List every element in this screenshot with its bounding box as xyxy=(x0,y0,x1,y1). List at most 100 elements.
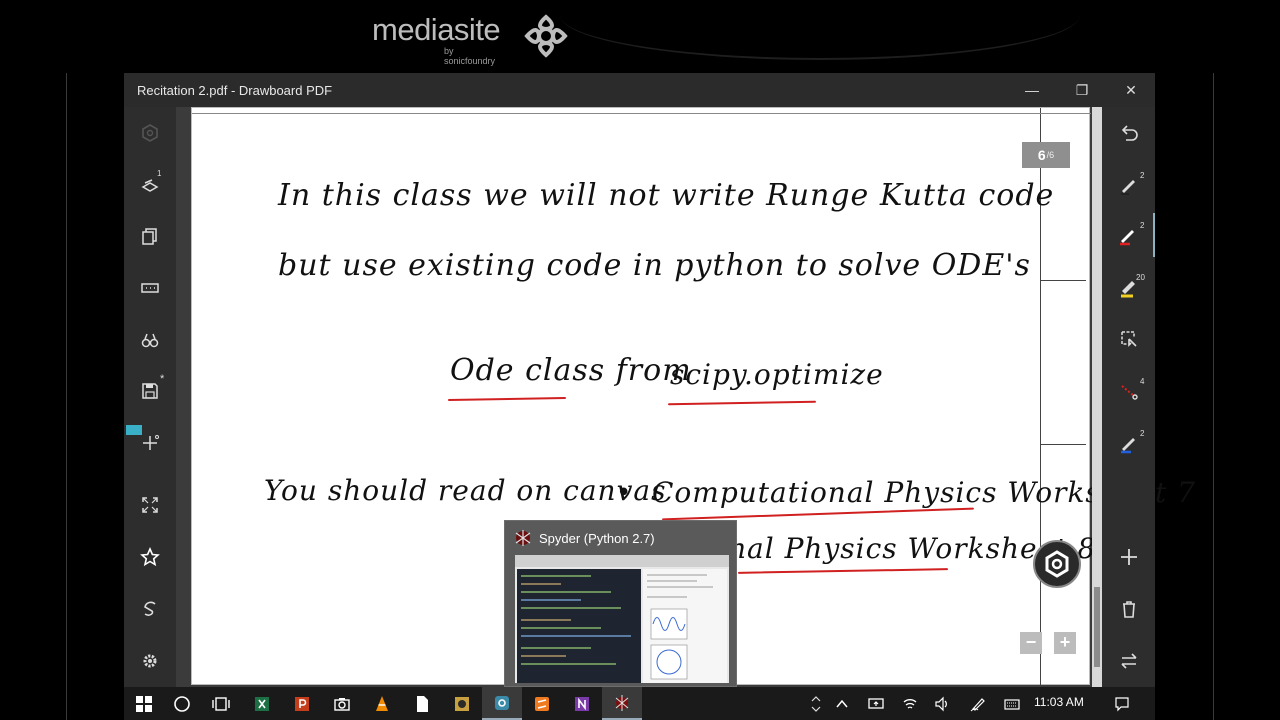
handwritten-line-2: but use existing code in python to solve… xyxy=(278,248,1031,283)
system-clock[interactable]: 11:03 AM xyxy=(1034,695,1084,709)
expand-icon xyxy=(142,497,158,513)
sublime-taskbar-button[interactable] xyxy=(522,687,562,720)
fullscreen-button[interactable] xyxy=(124,485,176,525)
spyder-taskbar-button[interactable] xyxy=(602,687,642,720)
pages-button[interactable] xyxy=(124,216,176,256)
dotted-line-tool[interactable]: 4 xyxy=(1102,369,1155,413)
mediasite-banner: mediasite by sonicfoundry xyxy=(0,0,1280,73)
window-title: Recitation 2.pdf - Drawboard PDF xyxy=(137,83,333,98)
updown-arrows-icon xyxy=(811,695,821,712)
taskbar-scroll[interactable] xyxy=(802,687,830,720)
pen-workspace-button[interactable] xyxy=(964,687,992,720)
mediasite-logo: mediasite by sonicfoundry xyxy=(372,12,568,66)
thumbnail-plots xyxy=(647,574,713,680)
file-taskbar-button[interactable] xyxy=(402,687,442,720)
swap-toolbar-button[interactable] xyxy=(1102,639,1155,683)
photo-app-icon xyxy=(455,696,469,711)
onenote-taskbar-button[interactable] xyxy=(562,687,602,720)
save-icon xyxy=(142,383,158,399)
task-view-button[interactable] xyxy=(201,687,241,720)
selection-tool[interactable] xyxy=(1102,317,1155,361)
dotted-line-icon xyxy=(1120,385,1138,400)
spyder-taskbar-icon xyxy=(615,694,629,711)
search-button[interactable] xyxy=(124,320,176,360)
zoom-in-button[interactable]: + xyxy=(1054,632,1076,654)
vlc-cone-icon xyxy=(376,695,388,711)
left-toolbar: 1 * xyxy=(124,107,176,687)
page-indicator[interactable]: 6/6 xyxy=(1022,142,1070,168)
gallery-taskbar-button[interactable] xyxy=(442,687,482,720)
title-bar[interactable]: Recitation 2.pdf - Drawboard PDF — ❐ ✕ xyxy=(124,73,1155,107)
settings-button[interactable] xyxy=(124,641,176,681)
keyboard-icon xyxy=(1004,698,1020,710)
thumbnail-console xyxy=(643,569,727,683)
volume-tray-button[interactable] xyxy=(928,687,956,720)
layers-icon xyxy=(141,179,159,192)
zoom-out-button[interactable]: − xyxy=(1020,632,1042,654)
pen-red-size: 2 xyxy=(1140,221,1145,230)
restore-button[interactable]: ❐ xyxy=(1058,73,1106,107)
crosshair-plus-icon xyxy=(143,435,159,450)
scrollbar-thumb[interactable] xyxy=(1094,587,1100,667)
add-shape-button[interactable] xyxy=(124,423,176,463)
action-center-button[interactable] xyxy=(1108,687,1136,720)
right-toolbar: 2 2 20 4 2 xyxy=(1102,107,1155,687)
save-button[interactable]: * xyxy=(124,371,176,411)
notification-icon xyxy=(1115,696,1129,711)
windows-logo-icon xyxy=(136,695,152,712)
powerpoint-taskbar-button[interactable] xyxy=(282,687,322,720)
show-hidden-icons-button[interactable] xyxy=(828,687,856,720)
lasso-select-icon xyxy=(1120,331,1137,347)
bullet: • xyxy=(616,478,633,508)
layers-count: 1 xyxy=(157,169,162,178)
spyder-taskbar-preview[interactable]: Spyder (Python 2.7) xyxy=(504,520,737,687)
thumbnail-menubar xyxy=(515,555,729,567)
cortana-button[interactable] xyxy=(162,687,202,720)
screen-tray-button[interactable] xyxy=(862,687,890,720)
undo-icon xyxy=(1121,125,1138,141)
highlighter-size: 20 xyxy=(1136,273,1145,282)
pen-tool-blue[interactable]: 2 xyxy=(1102,421,1155,465)
close-button[interactable]: ✕ xyxy=(1107,73,1155,107)
wifi-tray-button[interactable] xyxy=(896,687,924,720)
sync-button[interactable] xyxy=(124,589,176,629)
excel-taskbar-button[interactable] xyxy=(242,687,282,720)
pen-tool-black[interactable]: 2 xyxy=(1102,163,1155,207)
hexagon-menu-icon xyxy=(1045,550,1069,578)
mediasite-taskbar-button[interactable] xyxy=(482,687,522,720)
windows-taskbar: 11:03 AM xyxy=(124,687,1155,720)
powerpoint-icon xyxy=(295,696,309,711)
add-tool-button[interactable] xyxy=(1102,535,1155,579)
camera-taskbar-button[interactable] xyxy=(322,687,362,720)
vertical-scrollbar[interactable] xyxy=(1092,107,1102,687)
hexagon-menu-button[interactable] xyxy=(124,113,176,153)
pen-icon xyxy=(1120,180,1135,195)
sync-icon xyxy=(144,601,156,616)
start-button[interactable] xyxy=(124,687,164,720)
highlighter-tool[interactable]: 20 xyxy=(1102,265,1155,309)
pen-black-size: 2 xyxy=(1140,171,1145,180)
keyboard-tray-button[interactable] xyxy=(998,687,1026,720)
ruler-button[interactable] xyxy=(124,268,176,308)
favorites-button[interactable] xyxy=(124,537,176,577)
undo-button[interactable] xyxy=(1102,111,1155,155)
copy-pages-icon xyxy=(142,228,157,245)
delete-button[interactable] xyxy=(1102,587,1155,631)
minimize-button[interactable]: — xyxy=(1008,73,1056,107)
dotted-line-size: 4 xyxy=(1140,377,1145,386)
trash-icon xyxy=(1122,601,1135,618)
red-underline-scipy xyxy=(667,400,817,406)
vlc-taskbar-button[interactable] xyxy=(362,687,402,720)
red-underline-worksheet-8 xyxy=(737,568,949,574)
radial-menu-button[interactable] xyxy=(1033,540,1081,588)
star-icon xyxy=(140,547,160,567)
speaker-icon xyxy=(935,696,947,711)
mediasite-wordmark: mediasite xyxy=(372,12,501,47)
total-pages: /6 xyxy=(1046,150,1055,160)
screen: mediasite by sonicfoundry Recitation 2.p… xyxy=(0,0,1280,720)
onenote-icon xyxy=(575,696,589,711)
pen-tool-red[interactable]: 2 xyxy=(1102,213,1155,257)
layers-button[interactable]: 1 xyxy=(124,165,176,205)
mediasite-byline: by sonicfoundry xyxy=(444,46,496,66)
mediasite-app-icon xyxy=(495,695,509,710)
